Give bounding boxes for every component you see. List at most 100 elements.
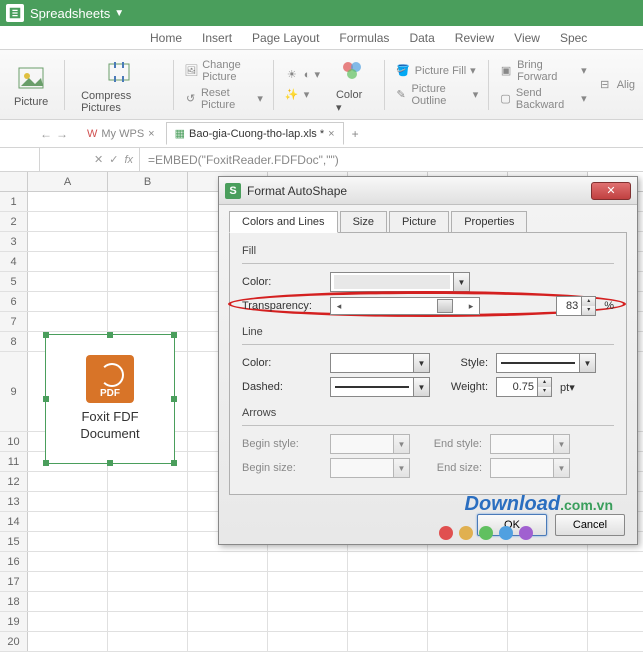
- row-header[interactable]: 7: [0, 312, 28, 331]
- name-box[interactable]: [0, 148, 40, 171]
- cancel-button[interactable]: Cancel: [555, 514, 625, 536]
- row-header[interactable]: 20: [0, 632, 28, 651]
- fill-color-combo[interactable]: ▼: [330, 272, 470, 292]
- formula-input[interactable]: =EMBED("FoxitReader.FDFDoc",""): [140, 153, 643, 167]
- tab-colors-lines[interactable]: Colors and Lines: [229, 211, 338, 233]
- menu-home[interactable]: Home: [150, 31, 182, 45]
- spinner-up-icon[interactable]: ▴: [581, 297, 595, 306]
- ribbon-compress[interactable]: Compress Pictures: [75, 56, 163, 114]
- menu-view[interactable]: View: [514, 31, 540, 45]
- row-header[interactable]: 2: [0, 212, 28, 231]
- menu-formulas[interactable]: Formulas: [339, 31, 389, 45]
- menu-spec[interactable]: Spec: [560, 31, 587, 45]
- line-color-combo[interactable]: ▼: [330, 353, 430, 373]
- ribbon-picture[interactable]: Picture: [8, 62, 54, 108]
- row-header[interactable]: 13: [0, 492, 28, 511]
- tab-properties[interactable]: Properties: [451, 211, 527, 233]
- menu-review[interactable]: Review: [455, 31, 494, 45]
- dropdown-icon: ▼: [393, 435, 409, 453]
- transparency-input[interactable]: 83 ▴▾: [556, 296, 596, 316]
- resize-handle[interactable]: [107, 332, 113, 338]
- tab-mywps[interactable]: W My WPS ×: [78, 123, 164, 145]
- ribbon-send-backward[interactable]: ▢Send Backward ▾: [499, 87, 587, 111]
- slider-thumb[interactable]: [437, 299, 453, 313]
- resize-handle[interactable]: [171, 460, 177, 466]
- fx-accept-icon[interactable]: ✓: [109, 153, 118, 166]
- slider-track[interactable]: [347, 298, 463, 314]
- ribbon-color[interactable]: Color ▾: [330, 55, 374, 114]
- ribbon-align[interactable]: ⊟Alig: [597, 77, 635, 93]
- select-all-corner[interactable]: [0, 172, 28, 191]
- slider-left-icon[interactable]: ◂: [331, 301, 347, 312]
- row-header[interactable]: 5: [0, 272, 28, 291]
- dropdown-icon[interactable]: ▼: [413, 378, 429, 396]
- line-style-combo[interactable]: ▼: [496, 353, 596, 373]
- outline-icon: ✎: [395, 87, 408, 103]
- tab-add-icon[interactable]: +: [346, 127, 365, 141]
- menu-pagelayout[interactable]: Page Layout: [252, 31, 319, 45]
- ribbon-change-picture[interactable]: 🖼Change Picture: [184, 59, 263, 83]
- begin-size-combo: ▼: [330, 458, 410, 478]
- fx-icon[interactable]: fx: [124, 154, 133, 166]
- spinner-down-icon[interactable]: ▾: [581, 306, 595, 315]
- ribbon-bring-forward[interactable]: ▣Bring Forward ▾: [499, 59, 587, 83]
- dropdown-icon[interactable]: ▼: [413, 354, 429, 372]
- resize-handle[interactable]: [43, 396, 49, 402]
- dialog-titlebar[interactable]: S Format AutoShape ✕: [219, 177, 637, 205]
- dot-icon: [499, 526, 513, 540]
- transparency-slider[interactable]: ◂ ▸: [330, 297, 480, 315]
- ribbon-brightness[interactable]: ☀◐ ▾: [284, 67, 320, 83]
- spinner-down-icon[interactable]: ▾: [537, 387, 551, 396]
- row-header[interactable]: 8: [0, 332, 28, 351]
- line-dashed-combo[interactable]: ▼: [330, 377, 430, 397]
- row-header[interactable]: 15: [0, 532, 28, 551]
- ribbon-separator: [64, 60, 65, 110]
- row-header[interactable]: 12: [0, 472, 28, 491]
- menu-data[interactable]: Data: [409, 31, 434, 45]
- row-header[interactable]: 19: [0, 612, 28, 631]
- row-header[interactable]: 1: [0, 192, 28, 211]
- row-header[interactable]: 10: [0, 432, 28, 451]
- dot-icon: [459, 526, 473, 540]
- col-header[interactable]: B: [108, 172, 188, 191]
- tab-size[interactable]: Size: [340, 211, 387, 233]
- ribbon-reset-picture[interactable]: ↺Reset Picture ▾: [184, 87, 263, 111]
- row-header[interactable]: 6: [0, 292, 28, 311]
- ribbon-effects[interactable]: ✨ ▾: [284, 87, 320, 103]
- dropdown-icon[interactable]: ▼: [453, 273, 469, 291]
- tab-current-file[interactable]: ▦ Bao-gia-Cuong-tho-lap.xls * ×: [166, 122, 344, 145]
- nav-fwd-icon[interactable]: →: [56, 127, 68, 141]
- ribbon-picture-fill[interactable]: 🪣Picture Fill ▾: [395, 63, 479, 79]
- spinner-up-icon[interactable]: ▴: [537, 378, 551, 387]
- col-header[interactable]: A: [28, 172, 108, 191]
- ribbon-picture-outline[interactable]: ✎Picture Outline ▾: [395, 83, 479, 107]
- tab-close-icon[interactable]: ×: [148, 128, 154, 140]
- slider-right-icon[interactable]: ▸: [463, 301, 479, 312]
- row-header[interactable]: 17: [0, 572, 28, 591]
- row-header[interactable]: 9: [0, 352, 28, 431]
- line-weight-input[interactable]: 0.75 ▴▾: [496, 377, 552, 397]
- dropdown-icon[interactable]: ▼: [579, 354, 595, 372]
- row-header[interactable]: 4: [0, 252, 28, 271]
- row-header[interactable]: 3: [0, 232, 28, 251]
- tab-picture[interactable]: Picture: [389, 211, 449, 233]
- row-header[interactable]: 18: [0, 592, 28, 611]
- resize-handle[interactable]: [43, 460, 49, 466]
- resize-handle[interactable]: [171, 396, 177, 402]
- resize-handle[interactable]: [171, 332, 177, 338]
- resize-handle[interactable]: [107, 460, 113, 466]
- resize-handle[interactable]: [43, 332, 49, 338]
- document-tab-row: ← → W My WPS × ▦ Bao-gia-Cuong-tho-lap.x…: [0, 120, 643, 148]
- menu-insert[interactable]: Insert: [202, 31, 232, 45]
- row-header[interactable]: 14: [0, 512, 28, 531]
- fx-cancel-icon[interactable]: ✕: [94, 153, 103, 166]
- row-header[interactable]: 16: [0, 552, 28, 571]
- embedded-object[interactable]: PDF Foxit FDF Document: [45, 334, 175, 464]
- titlebar-dropdown-icon[interactable]: ▼: [114, 8, 124, 19]
- dot-icon: [439, 526, 453, 540]
- tab-close-icon[interactable]: ×: [328, 128, 334, 140]
- nav-back-icon[interactable]: ←: [40, 127, 52, 141]
- row-header[interactable]: 11: [0, 452, 28, 471]
- dialog-close-button[interactable]: ✕: [591, 182, 631, 200]
- spreadsheet-icon: ▦: [175, 127, 185, 140]
